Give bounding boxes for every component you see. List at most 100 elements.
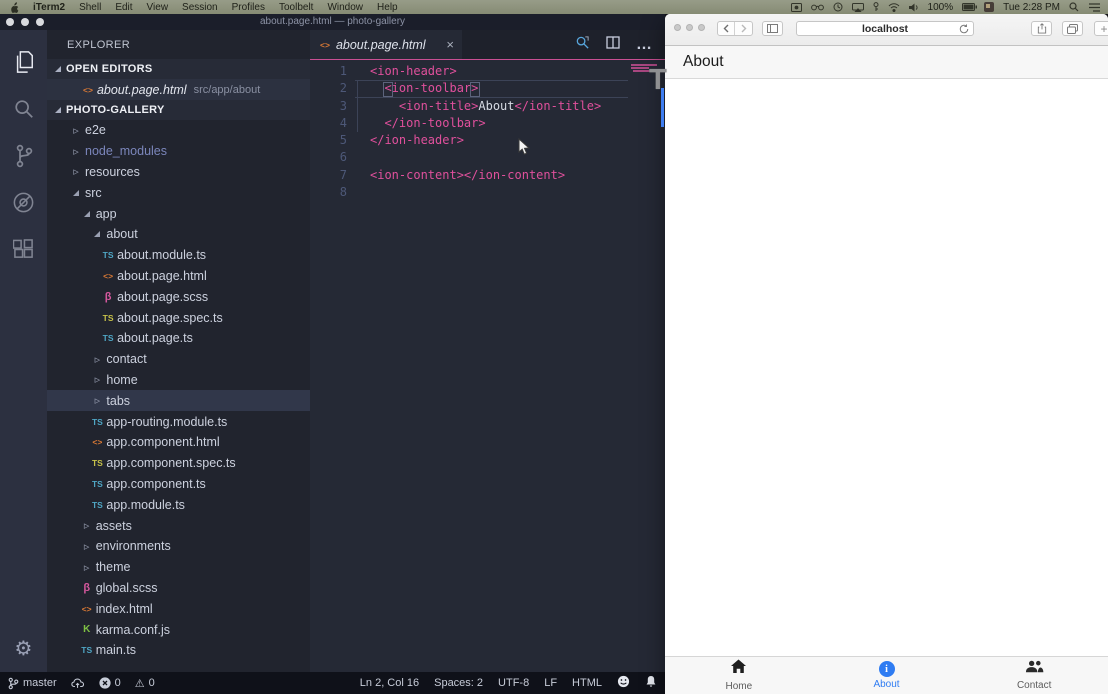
- window-controls[interactable]: [674, 24, 705, 31]
- code-line-5[interactable]: 5</ion-header>: [310, 132, 665, 149]
- sync-icon[interactable]: [71, 677, 85, 689]
- tree-item-label: about.module.ts: [117, 248, 206, 262]
- menu-item-toolbelt[interactable]: Toolbelt: [279, 2, 313, 13]
- clock-icon[interactable]: [833, 2, 843, 12]
- tree-folder-theme[interactable]: ▹theme: [47, 557, 310, 578]
- code-line-3[interactable]: 3 <ion-title>About</ion-title>: [310, 98, 665, 115]
- code-area[interactable]: 1<ion-header>2 <ion-toolbar>3 <ion-title…: [310, 61, 665, 672]
- open-preview-icon[interactable]: [575, 35, 590, 55]
- input-source-icon[interactable]: [984, 2, 994, 12]
- tree-file-main-ts[interactable]: TSmain.ts: [47, 640, 310, 661]
- new-tab-button[interactable]: +: [1094, 21, 1108, 36]
- split-editor-icon[interactable]: [606, 36, 620, 54]
- tree-item-label: environments: [96, 539, 171, 553]
- project-header[interactable]: PHOTO-GALLERY: [47, 100, 310, 120]
- menu-item-help[interactable]: Help: [377, 2, 398, 13]
- git-branch-status[interactable]: master: [8, 677, 57, 690]
- menu-item-iterm2[interactable]: iTerm2: [33, 2, 65, 13]
- tree-file-app-component-html[interactable]: <>app.component.html: [47, 432, 310, 453]
- more-actions-icon[interactable]: …: [636, 36, 653, 54]
- tree-file-about-page-spec-ts[interactable]: TSabout.page.spec.ts: [47, 307, 310, 328]
- feedback-smiley-icon[interactable]: [617, 675, 630, 691]
- code-line-8[interactable]: 8: [310, 184, 665, 201]
- tab-home[interactable]: Home: [665, 657, 813, 694]
- code-line-1[interactable]: 1<ion-header>: [310, 63, 665, 80]
- errors-status[interactable]: 0: [99, 677, 121, 689]
- volume-icon[interactable]: [909, 3, 919, 12]
- code-line-4[interactable]: 4 </ion-toolbar>: [310, 115, 665, 132]
- notification-list-icon[interactable]: [1089, 3, 1100, 12]
- tree-folder-node-modules[interactable]: ▹node_modules: [47, 141, 310, 162]
- wifi-icon[interactable]: [888, 3, 900, 12]
- menu-item-profiles[interactable]: Profiles: [232, 2, 265, 13]
- key-icon[interactable]: [873, 2, 879, 12]
- tree-file-index-html[interactable]: <>index.html: [47, 598, 310, 619]
- menu-item-shell[interactable]: Shell: [79, 2, 101, 13]
- tree-folder-resources[interactable]: ▹resources: [47, 162, 310, 183]
- tree-folder-e2e[interactable]: ▹e2e: [47, 120, 310, 141]
- debug-icon[interactable]: [0, 179, 47, 226]
- tree-file-app-routing-module-ts[interactable]: TSapp-routing.module.ts: [47, 411, 310, 432]
- tree-file-about-module-ts[interactable]: TSabout.module.ts: [47, 245, 310, 266]
- back-button[interactable]: [718, 22, 735, 35]
- search-icon[interactable]: [0, 85, 47, 132]
- spotlight-icon[interactable]: [1069, 2, 1079, 12]
- files-icon[interactable]: [0, 38, 47, 85]
- tree-file-global-scss[interactable]: βglobal.scss: [47, 578, 310, 599]
- cursor-position[interactable]: Ln 2, Col 16: [360, 677, 419, 689]
- reload-icon[interactable]: [959, 24, 969, 37]
- tree-folder-assets[interactable]: ▹assets: [47, 515, 310, 536]
- tree-folder-app[interactable]: app: [47, 203, 310, 224]
- sidebar-toggle-button[interactable]: [762, 21, 783, 36]
- forward-button[interactable]: [735, 22, 752, 35]
- tree-folder-about[interactable]: about: [47, 224, 310, 245]
- tree-file-about-page-html[interactable]: <>about.page.html: [47, 266, 310, 287]
- tab-about[interactable]: iAbout: [813, 657, 961, 694]
- tree-folder-home[interactable]: ▹home: [47, 370, 310, 391]
- open-editor-item[interactable]: <> about.page.html src/app/about: [47, 79, 310, 100]
- tree-folder-src[interactable]: src: [47, 182, 310, 203]
- notifications-bell-icon[interactable]: [645, 675, 657, 691]
- close-icon[interactable]: ×: [446, 37, 454, 52]
- screen-recording-icon[interactable]: [791, 3, 802, 12]
- language-mode[interactable]: HTML: [572, 677, 602, 689]
- bracket-match-box: [470, 82, 480, 97]
- tree-file-about-page-scss[interactable]: βabout.page.scss: [47, 286, 310, 307]
- line-number: 5: [310, 132, 347, 149]
- editor-tab-about-page-html[interactable]: <> about.page.html ×: [310, 30, 462, 59]
- gear-icon[interactable]: ⚙: [0, 632, 47, 664]
- tab-contact[interactable]: Contact: [960, 657, 1108, 694]
- menu-clock[interactable]: Tue 2:28 PM: [1003, 2, 1060, 13]
- tree-file-app-component-ts[interactable]: TSapp.component.ts: [47, 474, 310, 495]
- tree-file-karma-conf-js[interactable]: Kkarma.conf.js: [47, 619, 310, 640]
- share-button[interactable]: [1031, 21, 1052, 36]
- menu-item-session[interactable]: Session: [182, 2, 218, 13]
- tree-file-app-module-ts[interactable]: TSapp.module.ts: [47, 494, 310, 515]
- glasses-icon[interactable]: [811, 3, 824, 11]
- menu-item-window[interactable]: Window: [327, 2, 363, 13]
- code-line-6[interactable]: 6: [310, 149, 665, 166]
- vscode-titlebar[interactable]: about.page.html — photo-gallery: [0, 14, 665, 30]
- line-number: 8: [310, 184, 347, 201]
- address-bar[interactable]: localhost: [796, 21, 974, 36]
- extensions-icon[interactable]: [0, 226, 47, 273]
- tree-file-app-component-spec-ts[interactable]: TSapp.component.spec.ts: [47, 453, 310, 474]
- menu-item-edit[interactable]: Edit: [115, 2, 132, 13]
- battery-icon[interactable]: [962, 3, 977, 11]
- tree-folder-contact[interactable]: ▹contact: [47, 349, 310, 370]
- line-number: 6: [310, 149, 347, 166]
- tree-file-about-page-ts[interactable]: TSabout.page.ts: [47, 328, 310, 349]
- git-branch-icon[interactable]: [0, 132, 47, 179]
- tab-overview-button[interactable]: [1062, 21, 1083, 36]
- indentation[interactable]: Spaces: 2: [434, 677, 483, 689]
- apple-icon[interactable]: [10, 2, 19, 13]
- airplay-icon[interactable]: [852, 3, 864, 12]
- tree-folder-tabs[interactable]: ▹tabs: [47, 390, 310, 411]
- warnings-status[interactable]: ⚠ 0: [135, 677, 155, 690]
- tree-folder-environments[interactable]: ▹environments: [47, 536, 310, 557]
- code-line-7[interactable]: 7<ion-content></ion-content>: [310, 167, 665, 184]
- encoding[interactable]: UTF-8: [498, 677, 529, 689]
- eol-sequence[interactable]: LF: [544, 677, 557, 689]
- open-editors-header[interactable]: OPEN EDITORS: [47, 59, 310, 79]
- menu-item-view[interactable]: View: [147, 2, 169, 13]
